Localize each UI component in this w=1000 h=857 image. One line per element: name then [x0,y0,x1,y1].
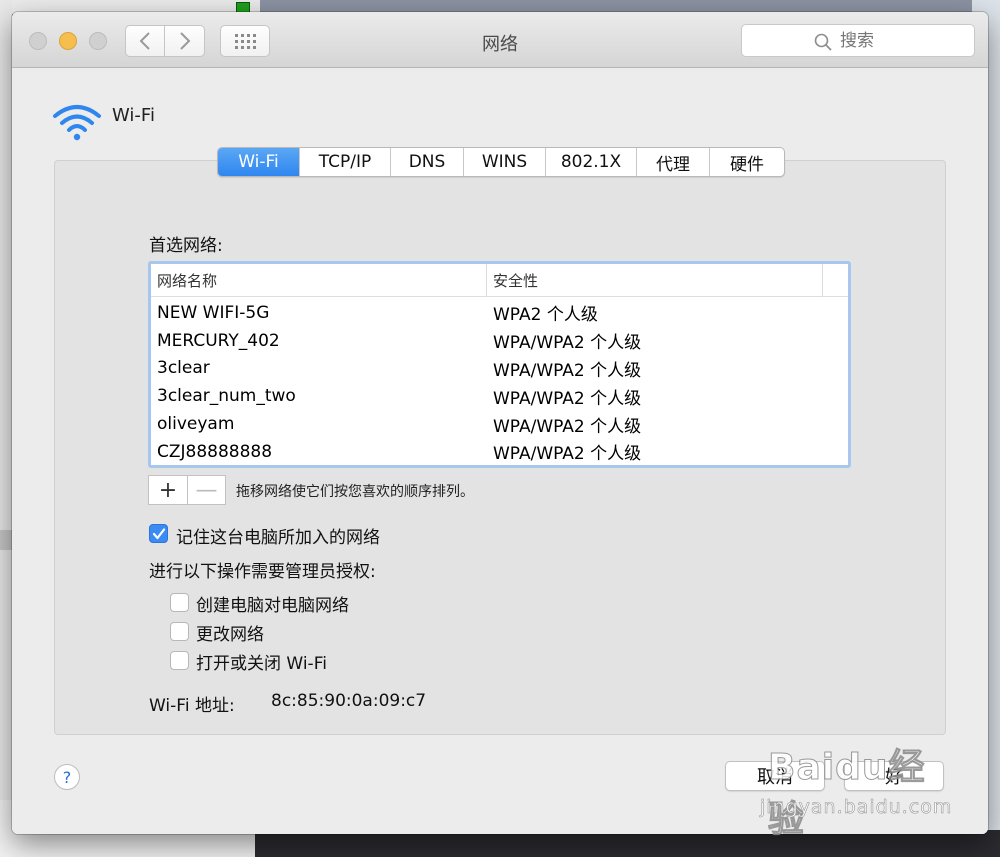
tab-8021x[interactable]: 802.1X [546,148,637,176]
help-button[interactable]: ? [54,764,80,790]
network-security: WPA/WPA2 个人级 [493,444,642,465]
remember-networks-label[interactable]: 记住这台电脑所加入的网络 [176,523,380,548]
watermark-url: jingyan.baidu.com [760,796,953,819]
search-field[interactable] [741,24,975,57]
network-name: NEW WIFI-5G [157,302,270,323]
add-network-button[interactable]: + [149,476,187,504]
tab-tcpip[interactable]: TCP/IP [300,148,391,176]
table-header: 网络名称 安全性 [151,264,848,297]
change-networks-checkbox[interactable] [170,622,189,641]
create-computer-network-label[interactable]: 创建电脑对电脑网络 [196,591,349,616]
drag-hint-text: 拖移网络使它们按您喜欢的顺序排列。 [236,484,474,500]
network-name: 3clear_num_two [157,386,296,407]
table-row[interactable]: 3clear WPA/WPA2 个人级 [151,355,848,383]
network-security: WPA/WPA2 个人级 [493,333,642,354]
tab-proxies[interactable]: 代理 [637,148,710,176]
background-left-strip [0,0,12,857]
table-row[interactable]: NEW WIFI-5G WPA2 个人级 [151,299,848,327]
tab-dns[interactable]: DNS [391,148,464,176]
column-header-security[interactable]: 安全性 [487,264,823,297]
titlebar: 网络 [12,12,988,68]
column-header-network-name[interactable]: 网络名称 [151,264,487,297]
search-input[interactable] [742,25,974,56]
network-preferences-window: 网络 Wi-Fi Wi-Fi TCP/IP DNS WINS 802.1X 代理… [12,12,988,834]
wifi-address-label: Wi-Fi 地址: [149,696,235,716]
network-security: WPA/WPA2 个人级 [493,388,642,409]
background-left-strip-accent [0,530,12,550]
network-name: oliveyam [157,414,235,435]
table-row[interactable]: CZJ88888888 WPA/WPA2 个人级 [151,438,848,466]
network-name: 3clear [157,358,210,379]
toggle-wifi-checkbox[interactable] [170,651,189,670]
tab-hardware[interactable]: 硬件 [710,148,784,176]
network-security: WPA/WPA2 个人级 [493,360,642,381]
change-networks-label[interactable]: 更改网络 [196,620,264,645]
wifi-address-value: 8c:85:90:0a:09:c7 [271,691,427,711]
watermark: Baidu经验 jingyan.baidu.com [760,738,960,841]
add-remove-control: + — [148,475,226,505]
content-area: Wi-Fi Wi-Fi TCP/IP DNS WINS 802.1X 代理 硬件… [12,69,988,834]
tab-wins[interactable]: WINS [464,148,546,176]
remember-networks-checkbox[interactable] [149,524,168,543]
preferred-networks-table[interactable]: 网络名称 安全性 NEW WIFI-5G WPA2 个人级 MERCURY_402… [148,261,851,468]
admin-required-label: 进行以下操作需要管理员授权: [149,562,376,582]
network-name: MERCURY_402 [157,330,280,351]
network-security: WPA2 个人级 [493,305,598,326]
interface-name: Wi-Fi [112,105,155,126]
table-row[interactable]: oliveyam WPA/WPA2 个人级 [151,410,848,438]
preferred-networks-label: 首选网络: [149,236,223,256]
table-row[interactable]: 3clear_num_two WPA/WPA2 个人级 [151,382,848,410]
checkmark-icon [152,528,166,540]
table-row[interactable]: MERCURY_402 WPA/WPA2 个人级 [151,327,848,355]
create-computer-network-checkbox[interactable] [170,593,189,612]
table-body: NEW WIFI-5G WPA2 个人级 MERCURY_402 WPA/WPA2 … [151,299,848,466]
network-security: WPA/WPA2 个人级 [493,416,642,437]
tab-bar: Wi-Fi TCP/IP DNS WINS 802.1X 代理 硬件 [217,147,785,177]
toggle-wifi-label[interactable]: 打开或关闭 Wi-Fi [196,649,327,674]
wifi-icon [53,105,101,141]
remove-network-button[interactable]: — [187,476,225,504]
tab-wifi[interactable]: Wi-Fi [218,148,300,176]
network-name: CZJ88888888 [157,441,273,462]
watermark-logo-text: Baidu经验 [768,747,926,841]
